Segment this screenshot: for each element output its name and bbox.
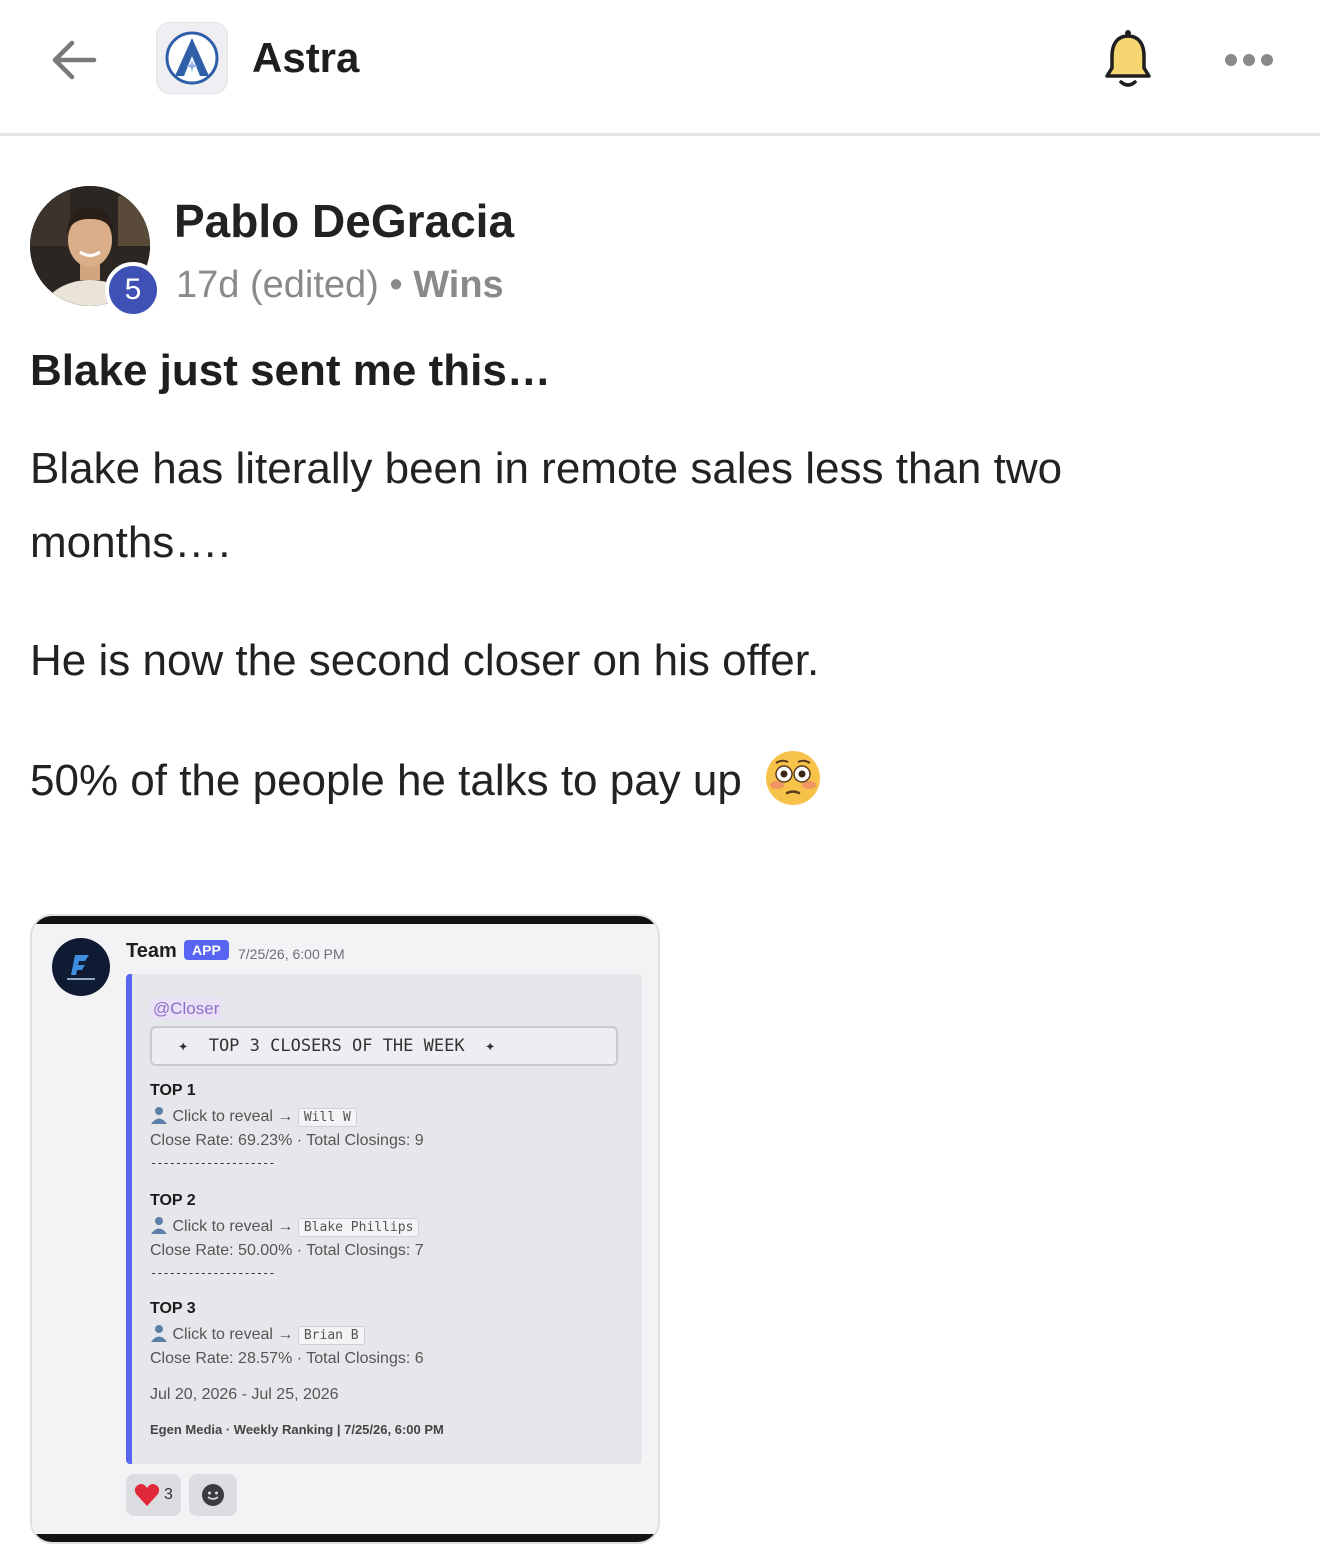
arrow: → [277,1326,294,1343]
bot-avatar [52,938,110,996]
closer-name: Will W [297,1108,357,1127]
astra-logo [165,31,219,85]
dot [1261,54,1273,66]
top-bar: Astra [0,0,1320,136]
ranking-entry: TOP 2 Click to reveal → Blake Phillips C… [150,1192,620,1280]
post-meta: 17d (edited) • Wins [176,264,504,307]
person-icon [151,1107,167,1124]
post-paragraph: He is now the second closer on his offer… [30,636,820,685]
more-options-button[interactable] [1214,38,1284,82]
total-closings: Total Closings: 6 [306,1350,424,1367]
ranking-banner: ✦ TOP 3 CLOSERS OF THE WEEK ✦ [150,1026,618,1066]
role-mention: @Closer [150,998,223,1020]
reveal-row: Click to reveal → Brian B [150,1324,620,1345]
rank-label: TOP 2 [150,1192,196,1209]
reveal-row: Click to reveal → Will W [150,1106,620,1127]
rank-label: TOP 3 [150,1300,196,1317]
dot [1225,54,1237,66]
add-reaction [188,1474,237,1516]
post-category[interactable]: Wins [413,264,503,306]
message-sender: Team [126,940,177,962]
embed-footer: Egen Media · Weekly Ranking | 7/25/26, 6… [150,1422,444,1437]
person-icon [151,1217,167,1234]
ranking-embed: @Closer ✦ TOP 3 CLOSERS OF THE WEEK ✦ TO… [126,974,642,1464]
closer-name: Brian B [297,1326,365,1345]
close-rate: Close Rate: 69.23% [150,1132,293,1149]
date-range: Jul 20, 2026 - Jul 25, 2026 [150,1386,339,1403]
message-timestamp: 7/25/26, 6:00 PM [238,946,345,962]
total-closings: Total Closings: 7 [306,1242,424,1259]
rank-label: TOP 1 [150,1082,196,1099]
meta-separator: • [389,264,403,306]
stats-row: Close Rate: 69.23% · Total Closings: 9 [150,1132,424,1149]
egen-media-logo [67,955,95,980]
flushed-face-emoji [764,749,822,830]
reveal-text: Click to reveal [172,1326,273,1343]
add-reaction-icon [201,1484,224,1506]
total-closings: Total Closings: 9 [306,1132,424,1149]
stats-row: Close Rate: 28.57% · Total Closings: 6 [150,1350,424,1367]
divider: -------------------- [150,1266,276,1280]
ranking-entry: TOP 1 Click to reveal → Will W Close Rat… [150,1082,620,1170]
community-logo[interactable] [156,22,228,94]
closer-name: Blake Phillips [297,1218,420,1237]
image-edge [32,1534,658,1542]
person-icon [151,1325,167,1342]
reactions-bar: 3 [126,1474,237,1516]
reaction-heart: 3 [126,1474,181,1516]
image-edge [32,916,658,924]
bell-icon [1105,30,1151,87]
heart-icon [134,1484,160,1506]
post-paragraph: 50% of the people he talks to pay up [30,744,1270,830]
post-paragraph-text: 50% of the people he talks to pay up [30,756,742,805]
divider: -------------------- [150,1156,276,1170]
close-rate: Close Rate: 28.57% [150,1350,293,1367]
reveal-row: Click to reveal → Blake Phillips [150,1216,620,1237]
app-tag: APP [184,940,229,960]
arrow-left-icon [52,40,97,80]
close-rate: Close Rate: 50.00% [150,1242,293,1259]
ranking-entry: TOP 3 Click to reveal → Brian B Close Ra… [150,1300,620,1374]
community-title: Astra [252,34,360,81]
post-image-attachment[interactable]: Team APP 7/25/26, 6:00 PM @Closer ✦ TOP … [30,914,660,1544]
author-name[interactable]: Pablo DeGracia [174,194,514,248]
back-button[interactable] [44,30,104,90]
notifications-button[interactable] [1098,24,1158,94]
dot [1243,54,1255,66]
reaction-count: 3 [164,1486,173,1503]
post-title: Blake just sent me this… [30,346,551,395]
post-age: 17d (edited) [176,264,379,306]
arrow: → [277,1108,294,1125]
stats-row: Close Rate: 50.00% · Total Closings: 7 [150,1242,424,1259]
arrow: → [277,1218,294,1235]
reveal-text: Click to reveal [172,1108,273,1125]
level-badge: 5 [105,262,161,318]
post-paragraph: Blake has literally been in remote sales… [30,444,1063,567]
reveal-text: Click to reveal [172,1218,273,1235]
